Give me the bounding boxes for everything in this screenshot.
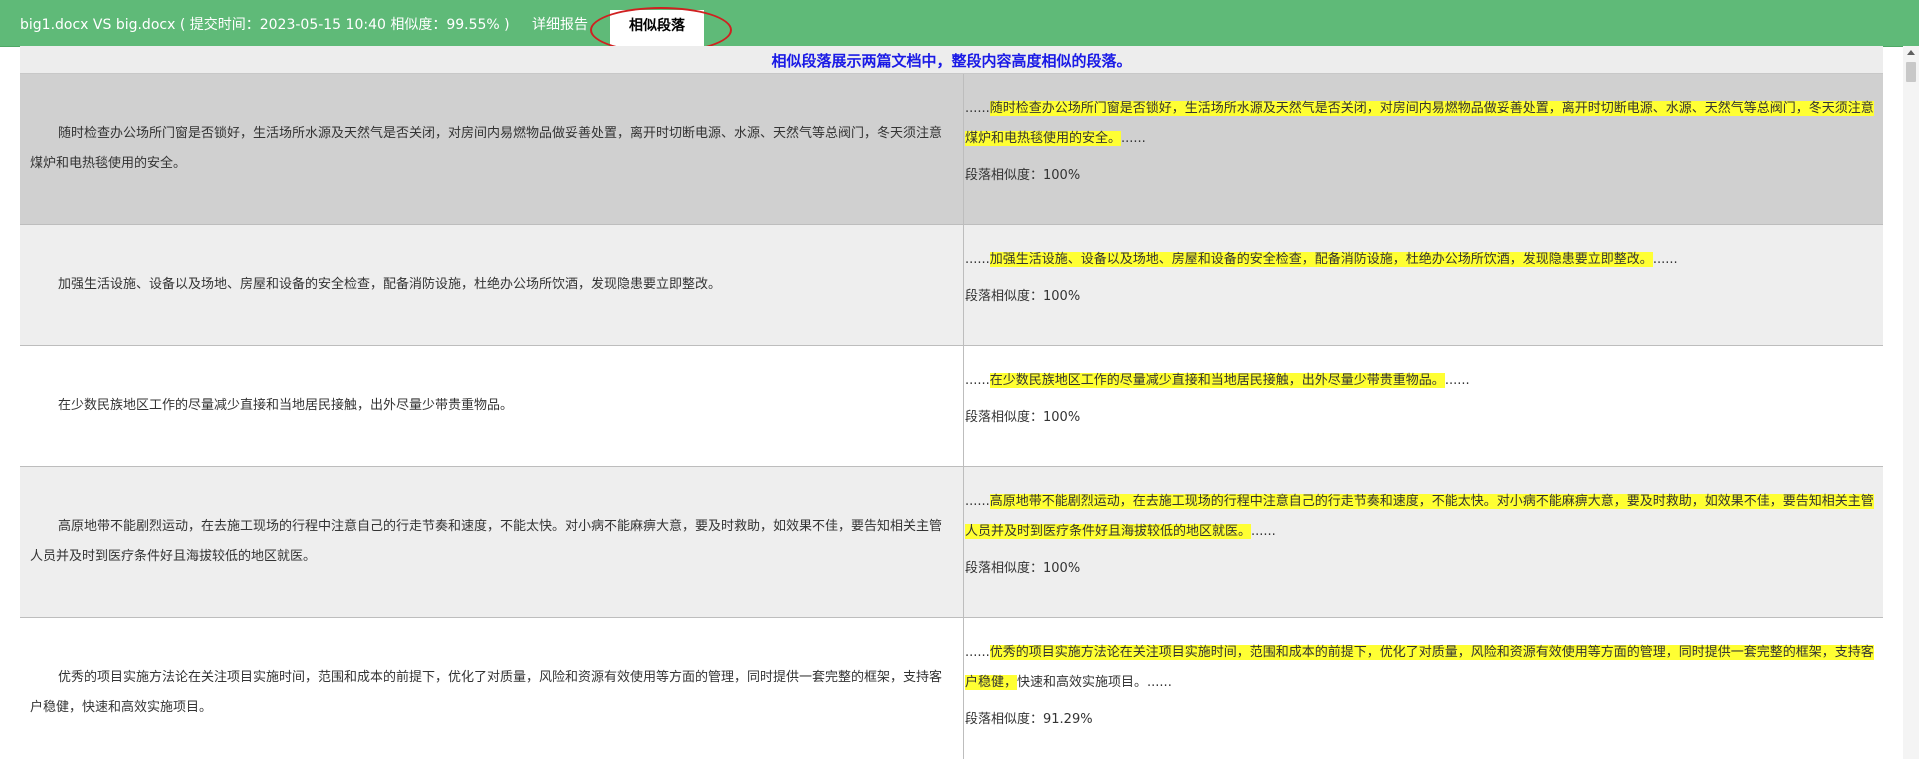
match-paragraph-cell: ......在少数民族地区工作的尽量减少直接和当地居民接触，出外尽量少带贵重物品… [965, 346, 1883, 466]
table-row: 高原地带不能剧烈运动，在去施工现场的行程中注意自己的行走节奏和速度，不能太快。对… [20, 467, 1883, 618]
scrollbar-thumb[interactable] [1906, 62, 1916, 82]
source-paragraph: 加强生活设施、设备以及场地、房屋和设备的安全检查，配备消防设施，杜绝办公场所饮酒… [58, 277, 722, 292]
content-area: 相似段落展示两篇文档中，整段内容高度相似的段落。 随时检查办公场所门窗是否锁好，… [20, 46, 1883, 759]
highlighted-match: 随时检查办公场所门窗是否锁好，生活场所水源及天然气是否关闭，对房间内易燃物品做妥… [965, 101, 1874, 146]
match-paragraph: ......高原地带不能剧烈运动，在去施工现场的行程中注意自己的行走节奏和速度，… [965, 487, 1883, 547]
source-paragraph-cell: 在少数民族地区工作的尽量减少直接和当地居民接触，出外尽量少带贵重物品。 [20, 346, 964, 466]
ellipsis-suffix: ...... [1251, 524, 1276, 539]
paragraph-similarity: 段落相似度：100% [965, 289, 1081, 304]
paragraph-similarity: 段落相似度：91.29% [965, 712, 1093, 727]
source-paragraph: 随时检查办公场所门窗是否锁好，生活场所水源及天然气是否关闭，对房间内易燃物品做妥… [30, 126, 943, 171]
source-paragraph-cell: 优秀的项目实施方法论在关注项目实施时间，范围和成本的前提下，优化了对质量，风险和… [20, 618, 964, 759]
match-paragraph: ......随时检查办公场所门窗是否锁好，生活场所水源及天然气是否关闭，对房间内… [965, 94, 1883, 154]
match-paragraph: ......优秀的项目实施方法论在关注项目实施时间，范围和成本的前提下，优化了对… [965, 638, 1883, 698]
unmatched-text: 快速和高效实施项目。 [1017, 675, 1148, 690]
ellipsis-prefix: ...... [965, 252, 990, 267]
paragraph-similarity: 段落相似度：100% [965, 561, 1081, 576]
source-paragraph: 高原地带不能剧烈运动，在去施工现场的行程中注意自己的行走节奏和速度，不能太快。对… [30, 519, 943, 564]
ellipsis-suffix: ...... [1444, 373, 1470, 388]
source-paragraph: 在少数民族地区工作的尽量减少直接和当地居民接触，出外尽量少带贵重物品。 [58, 398, 514, 413]
paragraph-similarity: 段落相似度：100% [965, 410, 1081, 425]
ellipsis-prefix: ...... [965, 494, 990, 509]
source-paragraph: 优秀的项目实施方法论在关注项目实施时间，范围和成本的前提下，优化了对质量，风险和… [30, 670, 943, 715]
ellipsis-prefix: ...... [965, 373, 990, 388]
match-paragraph-cell: ......加强生活设施、设备以及场地、房屋和设备的安全检查，配备消防设施，杜绝… [965, 225, 1883, 345]
ellipsis-suffix: ...... [1121, 131, 1146, 146]
match-paragraph-cell: ......优秀的项目实施方法论在关注项目实施时间，范围和成本的前提下，优化了对… [965, 618, 1883, 759]
highlighted-match: 高原地带不能剧烈运动，在去施工现场的行程中注意自己的行走节奏和速度，不能太快。对… [965, 494, 1874, 539]
header-bar: big1.docx VS big.docx ( 提交时间：2023-05-15 … [0, 0, 1919, 53]
source-paragraph-cell: 高原地带不能剧烈运动，在去施工现场的行程中注意自己的行走节奏和速度，不能太快。对… [20, 467, 964, 617]
vertical-scrollbar[interactable] [1903, 46, 1919, 759]
table-row: 加强生活设施、设备以及场地、房屋和设备的安全检查，配备消防设施，杜绝办公场所饮酒… [20, 225, 1883, 346]
table-row: 在少数民族地区工作的尽量减少直接和当地居民接触，出外尽量少带贵重物品。 ....… [20, 346, 1883, 467]
report-page: big1.docx VS big.docx ( 提交时间：2023-05-15 … [0, 0, 1919, 759]
highlighted-match: 加强生活设施、设备以及场地、房屋和设备的安全检查，配备消防设施，杜绝办公场所饮酒… [989, 252, 1653, 267]
source-paragraph-cell: 加强生活设施、设备以及场地、房屋和设备的安全检查，配备消防设施，杜绝办公场所饮酒… [20, 225, 964, 345]
ellipsis-prefix: ...... [965, 101, 990, 116]
intro-text: 相似段落展示两篇文档中，整段内容高度相似的段落。 [771, 52, 1132, 70]
tab-detail-report[interactable]: 详细报告 [532, 14, 588, 34]
ellipsis-suffix: ...... [1147, 675, 1172, 690]
table-row: 优秀的项目实施方法论在关注项目实施时间，范围和成本的前提下，优化了对质量，风险和… [20, 618, 1883, 759]
match-paragraph-cell: ......高原地带不能剧烈运动，在去施工现场的行程中注意自己的行走节奏和速度，… [965, 467, 1883, 617]
report-title: big1.docx VS big.docx ( 提交时间：2023-05-15 … [20, 17, 510, 33]
scroll-up-arrow-icon[interactable] [1907, 50, 1915, 55]
ellipsis-prefix: ...... [965, 645, 990, 660]
ellipsis-suffix: ...... [1652, 252, 1678, 267]
match-paragraph: ......加强生活设施、设备以及场地、房屋和设备的安全检查，配备消防设施，杜绝… [965, 245, 1883, 275]
table-row: 随时检查办公场所门窗是否锁好，生活场所水源及天然气是否关闭，对房间内易燃物品做妥… [20, 74, 1883, 225]
paragraph-similarity: 段落相似度：100% [965, 168, 1081, 183]
tab-similar-paragraphs[interactable]: 相似段落 [610, 10, 704, 46]
source-paragraph-cell: 随时检查办公场所门窗是否锁好，生活场所水源及天然气是否关闭，对房间内易燃物品做妥… [20, 74, 964, 224]
match-paragraph-cell: ......随时检查办公场所门窗是否锁好，生活场所水源及天然气是否关闭，对房间内… [965, 74, 1883, 224]
highlighted-match: 在少数民族地区工作的尽量减少直接和当地居民接触，出外尽量少带贵重物品。 [989, 373, 1445, 388]
similar-paragraphs-table: 随时检查办公场所门窗是否锁好，生活场所水源及天然气是否关闭，对房间内易燃物品做妥… [20, 73, 1883, 759]
match-paragraph: ......在少数民族地区工作的尽量减少直接和当地居民接触，出外尽量少带贵重物品… [965, 366, 1883, 396]
